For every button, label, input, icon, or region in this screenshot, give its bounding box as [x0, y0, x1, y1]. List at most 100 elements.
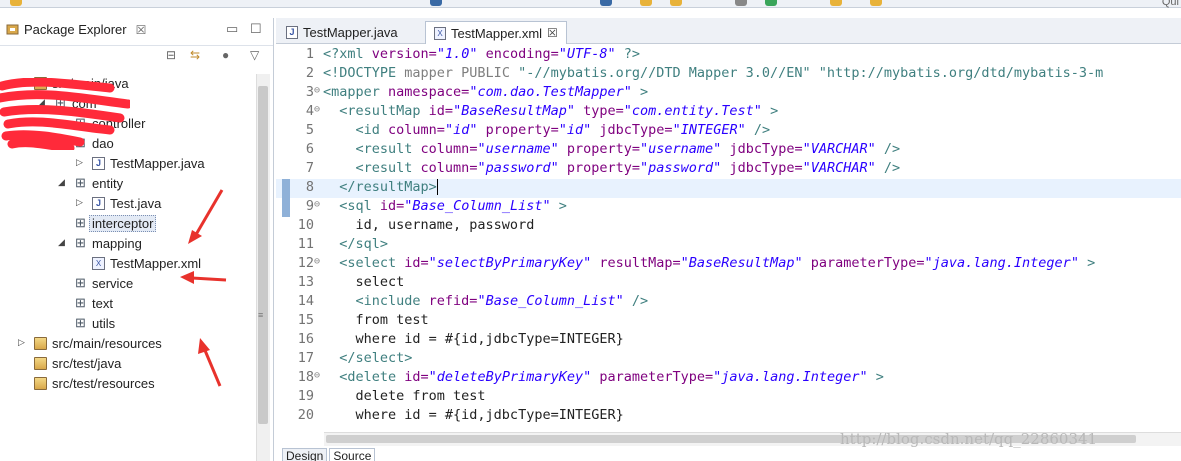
code-line[interactable]: 20 where id = #{id,jdbcType=INTEGER} [276, 407, 1181, 426]
toolbar-icon[interactable] [10, 0, 22, 6]
xml-editor: J TestMapper.java X TestMapper.xml ☒ 1 <?… [276, 18, 1181, 461]
code-line[interactable]: 3 ⊖ <mapper namespace="com.dao.TestMapper"… [276, 84, 1181, 103]
collapse-all-icon[interactable]: ⊟ [166, 48, 176, 62]
code-token: <select [323, 255, 405, 271]
toolbar-icon[interactable] [430, 0, 442, 6]
code-text: where id = #{id,jdbcType=INTEGER} [323, 331, 624, 347]
code-token: <sql [323, 198, 380, 214]
tree-item-label: Test.java [110, 196, 162, 211]
toolbar-icon[interactable] [870, 0, 882, 6]
line-number: 2 [305, 65, 314, 81]
code-line[interactable]: 12 ⊖ <select id="selectByPrimaryKey" resu… [276, 255, 1181, 274]
code-area[interactable]: 1 <?xml version="1.0" encoding="UTF-8" ?>… [276, 46, 1181, 448]
minimize-icon[interactable]: ▭ [226, 21, 238, 37]
code-line[interactable]: 10 id, username, password [276, 217, 1181, 236]
code-token: /> [875, 141, 901, 157]
fold-toggle-icon[interactable]: ⊖ [314, 85, 322, 96]
code-line[interactable]: 9 ⊖ <sql id="Base_Column_List" > [276, 198, 1181, 217]
line-number: 10 [297, 217, 314, 233]
code-line[interactable]: 11 </sql> [276, 236, 1181, 255]
code-token: > [867, 369, 884, 385]
code-text: delete from test [323, 388, 486, 404]
code-token: /> [623, 293, 649, 309]
focus-icon[interactable]: ● [222, 48, 229, 62]
package-explorer-tab[interactable]: Package Explorer ☒ [6, 22, 146, 37]
line-number: 20 [297, 407, 314, 423]
code-text: id, username, password [323, 217, 535, 233]
code-token: </sql> [323, 236, 389, 252]
code-text: from test [323, 312, 429, 328]
code-token: jdbcType= [599, 122, 673, 138]
package-explorer-header: Package Explorer ☒ ▭ ☐ [0, 18, 273, 46]
code-line[interactable]: 14 <include refid="Base_Column_List" /> [276, 293, 1181, 312]
link-with-editor-icon[interactable]: ⇆ [190, 48, 200, 62]
code-text: </select> [323, 350, 412, 366]
code-line[interactable]: 6 <result column="username" property="us… [276, 141, 1181, 160]
line-number: 17 [297, 350, 314, 366]
scrollbar-grip: ≡ [258, 310, 264, 320]
tree-item[interactable]: ⊞ text [0, 294, 256, 314]
tree-item[interactable]: ⊞ utils [0, 314, 256, 334]
package-explorer-title: Package Explorer [24, 22, 127, 37]
toolbar-icon[interactable] [640, 0, 652, 6]
toolbar-icon[interactable] [670, 0, 682, 6]
tab-design[interactable]: Design [282, 448, 328, 461]
tab-testmapper-xml[interactable]: X TestMapper.xml ☒ [425, 21, 567, 44]
code-text: <delete id="deleteByPrimaryKey" paramete… [323, 369, 884, 385]
code-text: <include refid="Base_Column_List" /> [323, 293, 649, 309]
tree-item-label: utils [92, 316, 116, 331]
code-token: id= [428, 103, 454, 119]
code-line[interactable]: 7 <result column="password" property="pa… [276, 160, 1181, 179]
toolbar-icon[interactable] [830, 0, 842, 6]
code-token: "id" [444, 122, 478, 138]
code-line[interactable]: 5 <id column="id" property="id" jdbcType… [276, 122, 1181, 141]
package-icon: ⊞ [75, 215, 86, 230]
code-line[interactable]: 13 select [276, 274, 1181, 293]
code-line[interactable]: 2 <!DOCTYPE mapper PUBLIC "-//mybatis.org… [276, 65, 1181, 84]
code-line[interactable]: 19 delete from test [276, 388, 1181, 407]
code-token: <?xml [323, 46, 372, 62]
fold-toggle-icon[interactable]: ⊖ [314, 104, 322, 115]
tree-item-label: TestMapper.java [110, 156, 205, 171]
code-line[interactable]: 17 </select> [276, 350, 1181, 369]
tab-source[interactable]: Source [329, 448, 376, 461]
code-line[interactable]: 4 ⊖ <resultMap id="BaseResultMap" type="c… [276, 103, 1181, 122]
collapsed-twisty-icon[interactable]: ▷ [76, 157, 83, 168]
code-line[interactable]: 1 <?xml version="1.0" encoding="UTF-8" ?> [276, 46, 1181, 65]
close-icon[interactable]: ☒ [547, 26, 558, 40]
line-number: 4 [305, 103, 314, 119]
code-line[interactable]: 15 from test [276, 312, 1181, 331]
fold-toggle-icon[interactable]: ⊖ [314, 199, 322, 210]
quick-access-input[interactable]: Qui [1162, 0, 1179, 8]
toolbar-icon[interactable] [735, 0, 747, 6]
code-text: <resultMap id="BaseResultMap" type="com.… [323, 103, 778, 119]
maximize-icon[interactable]: ☐ [250, 21, 262, 37]
expanded-twisty-icon[interactable]: ◢ [58, 237, 65, 248]
code-line[interactable]: 8 </resultMap> [276, 179, 1181, 198]
code-token: where id = #{id,jdbcType=INTEGER} [323, 331, 624, 347]
code-token: "deleteByPrimaryKey" [428, 369, 592, 385]
xml-file-icon: X [92, 257, 105, 270]
fold-toggle-icon[interactable]: ⊖ [314, 256, 322, 267]
line-number: 12 [297, 255, 314, 271]
close-icon[interactable]: ☒ [136, 23, 147, 37]
code-token: refid= [428, 293, 478, 309]
tree-item[interactable]: ▷ J TestMapper.java [0, 154, 256, 174]
code-line[interactable]: 16 where id = #{id,jdbcType=INTEGER} [276, 331, 1181, 350]
code-text: where id = #{id,jdbcType=INTEGER} [323, 407, 624, 423]
tree-scrollbar-thumb[interactable] [258, 86, 268, 424]
fold-toggle-icon[interactable]: ⊖ [314, 370, 322, 381]
collapsed-twisty-icon[interactable]: ▷ [76, 197, 83, 208]
code-line[interactable]: 18 ⊖ <delete id="deleteByPrimaryKey" para… [276, 369, 1181, 388]
text-cursor [436, 179, 438, 195]
toolbar-icon[interactable] [600, 0, 612, 6]
view-menu-icon[interactable]: ▽ [250, 48, 259, 62]
expanded-twisty-icon[interactable]: ◢ [58, 177, 65, 188]
tab-testmapper-java[interactable]: J TestMapper.java [278, 21, 406, 44]
toolbar-icon[interactable] [765, 0, 777, 6]
code-token: "password" [477, 160, 559, 176]
collapsed-twisty-icon[interactable]: ▷ [18, 337, 25, 348]
java-file-icon: J [92, 197, 105, 210]
